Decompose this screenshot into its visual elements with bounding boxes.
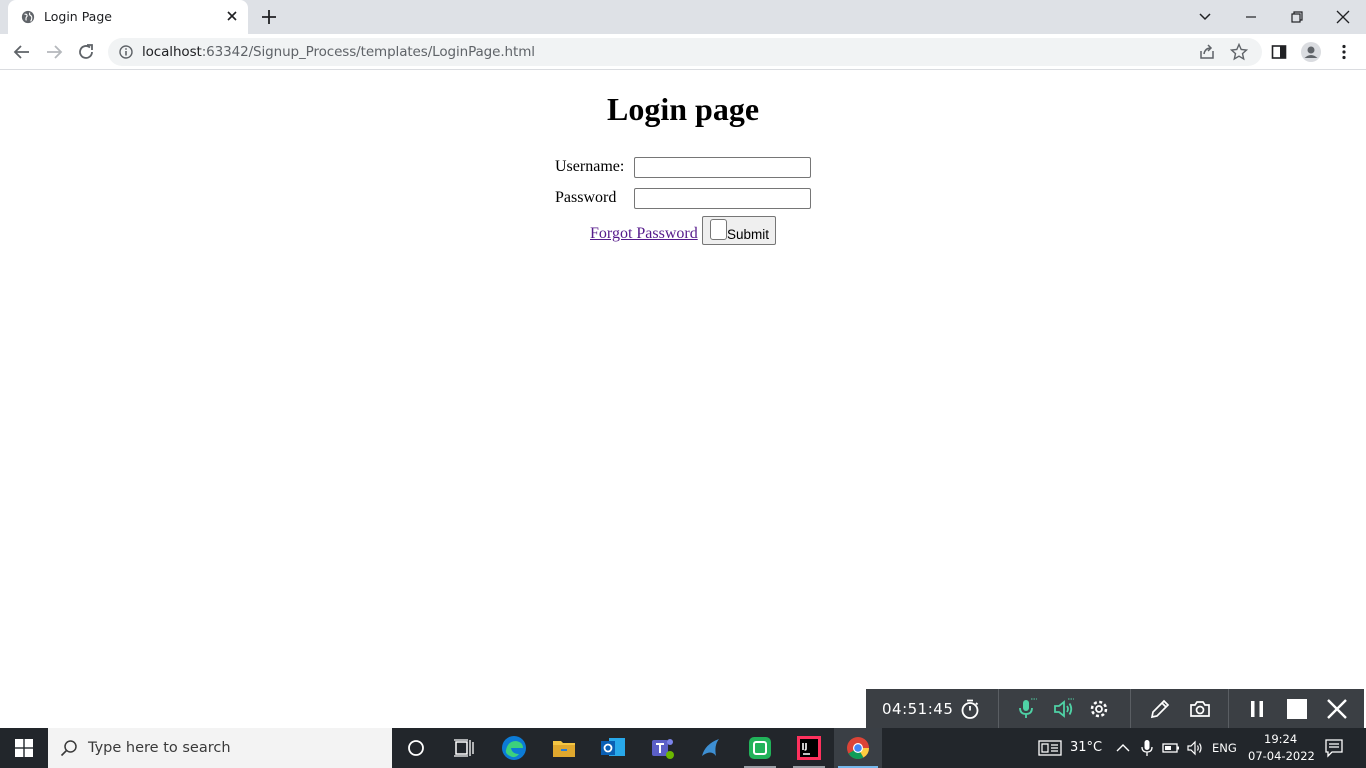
- teams-taskbar-button[interactable]: [638, 728, 686, 768]
- volume-icon[interactable]: [1186, 739, 1204, 757]
- username-input[interactable]: [634, 157, 811, 178]
- notifications-icon[interactable]: [1324, 738, 1344, 758]
- restore-icon: [1291, 11, 1303, 23]
- username-label: Username:: [555, 158, 625, 175]
- browser-toolbar: localhost:63342/Signup_Process/templates…: [0, 34, 1366, 70]
- recorder-divider: [998, 689, 999, 728]
- chevron-up-icon[interactable]: [1114, 739, 1132, 757]
- outlook-icon: [601, 738, 625, 756]
- new-tab-icon[interactable]: [260, 8, 278, 26]
- menu-button[interactable]: [1334, 42, 1354, 62]
- folder-icon: [553, 741, 575, 757]
- share-icon[interactable]: [1198, 43, 1216, 61]
- stop-icon[interactable]: [1286, 698, 1308, 720]
- gear-icon[interactable]: [1088, 698, 1110, 720]
- chrome-icon: [847, 737, 869, 759]
- url-host: localhost: [142, 44, 202, 60]
- task-view-icon: [454, 739, 474, 757]
- chrome-taskbar-button[interactable]: [834, 728, 882, 768]
- screen-recorder-taskbar-button[interactable]: [736, 728, 784, 768]
- bookmark-star-icon[interactable]: [1230, 43, 1248, 61]
- outlook-taskbar-button[interactable]: [589, 728, 637, 768]
- minimize-icon: [1246, 16, 1256, 18]
- clock-date[interactable]: 07-04-2022: [1248, 749, 1315, 763]
- mysql-workbench-taskbar-button[interactable]: [687, 728, 735, 768]
- screen-recorder-toolbar: 04:51:45: [866, 689, 1364, 728]
- windows-logo-icon: [15, 739, 33, 757]
- side-panel-button[interactable]: [1269, 42, 1289, 62]
- info-icon[interactable]: [119, 45, 133, 59]
- recorder-divider: [1228, 689, 1229, 728]
- input-language[interactable]: ENG: [1212, 741, 1237, 755]
- page-content: Login page Username: Password Forgot Pas…: [0, 71, 1366, 728]
- battery-icon[interactable]: [1162, 739, 1180, 757]
- microphone-icon[interactable]: [1015, 698, 1037, 720]
- search-placeholder: Type here to search: [88, 740, 231, 756]
- globe-icon: [21, 10, 35, 24]
- restore-button[interactable]: [1274, 0, 1320, 34]
- password-input[interactable]: [634, 188, 811, 209]
- pause-icon[interactable]: [1246, 698, 1268, 720]
- arrow-right-icon: [47, 45, 63, 59]
- recorder-divider: [1130, 689, 1131, 728]
- url-path: :63342/Signup_Process/templates/LoginPag…: [201, 44, 535, 60]
- submit-label: Submit: [727, 227, 770, 242]
- browser-tab-login[interactable]: Login Page: [8, 0, 248, 34]
- cortana-button[interactable]: [392, 728, 440, 768]
- arrow-left-icon: [13, 45, 29, 59]
- stopwatch-icon[interactable]: [959, 698, 981, 720]
- search-icon: [60, 740, 77, 757]
- file-explorer-taskbar-button[interactable]: [540, 728, 588, 768]
- reload-icon: [79, 44, 93, 59]
- intellij-taskbar-button[interactable]: [785, 728, 833, 768]
- recording-timer: 04:51:45: [882, 700, 954, 718]
- side-panel-icon: [1271, 45, 1287, 59]
- teams-icon: [652, 739, 674, 759]
- intellij-icon: [797, 736, 821, 760]
- chevron-down-icon: [1199, 13, 1211, 21]
- reload-button[interactable]: [76, 42, 96, 62]
- close-icon: [1336, 10, 1350, 24]
- address-bar[interactable]: localhost:63342/Signup_Process/templates…: [108, 38, 1262, 66]
- task-view-button[interactable]: [440, 728, 488, 768]
- dolphin-icon: [702, 739, 719, 756]
- minimize-button[interactable]: [1228, 0, 1274, 34]
- pencil-icon[interactable]: [1149, 698, 1171, 720]
- tab-search-button[interactable]: [1182, 0, 1228, 34]
- avatar-icon: [1301, 42, 1321, 62]
- close-tab-icon[interactable]: [224, 8, 240, 24]
- tab-title: Login Page: [44, 9, 112, 24]
- page-title: Login page: [606, 91, 760, 127]
- speaker-icon[interactable]: [1052, 698, 1074, 720]
- more-vert-icon: [1342, 44, 1346, 60]
- edge-taskbar-button[interactable]: [490, 728, 538, 768]
- start-button[interactable]: [0, 728, 48, 768]
- submit-button[interactable]: Submit: [702, 216, 776, 245]
- url-text[interactable]: localhost:63342/Signup_Process/templates…: [142, 44, 535, 60]
- clock-time[interactable]: 19:24: [1264, 732, 1297, 746]
- browser-tabstrip: Login Page: [0, 0, 1366, 34]
- profile-button[interactable]: [1301, 42, 1321, 62]
- recorder-app-icon: [749, 737, 771, 759]
- taskbar-search-box[interactable]: Type here to search: [48, 728, 392, 768]
- close-window-button[interactable]: [1320, 0, 1366, 34]
- forgot-password-link[interactable]: Forgot Password: [590, 225, 698, 243]
- close-icon[interactable]: [1326, 698, 1348, 720]
- back-button[interactable]: [12, 42, 32, 62]
- submit-checkbox[interactable]: [710, 219, 727, 240]
- cortana-icon: [408, 740, 424, 756]
- password-label: Password: [555, 189, 617, 206]
- windows-taskbar: Type here to search 31°C ENG 19:24 07-04…: [0, 728, 1366, 768]
- forward-button[interactable]: [44, 42, 64, 62]
- camera-icon[interactable]: [1189, 698, 1211, 720]
- edge-icon: [502, 736, 526, 760]
- weather-temperature[interactable]: 31°C: [1070, 740, 1102, 755]
- weather-widget-icon[interactable]: [1038, 739, 1062, 757]
- microphone-icon[interactable]: [1138, 739, 1156, 757]
